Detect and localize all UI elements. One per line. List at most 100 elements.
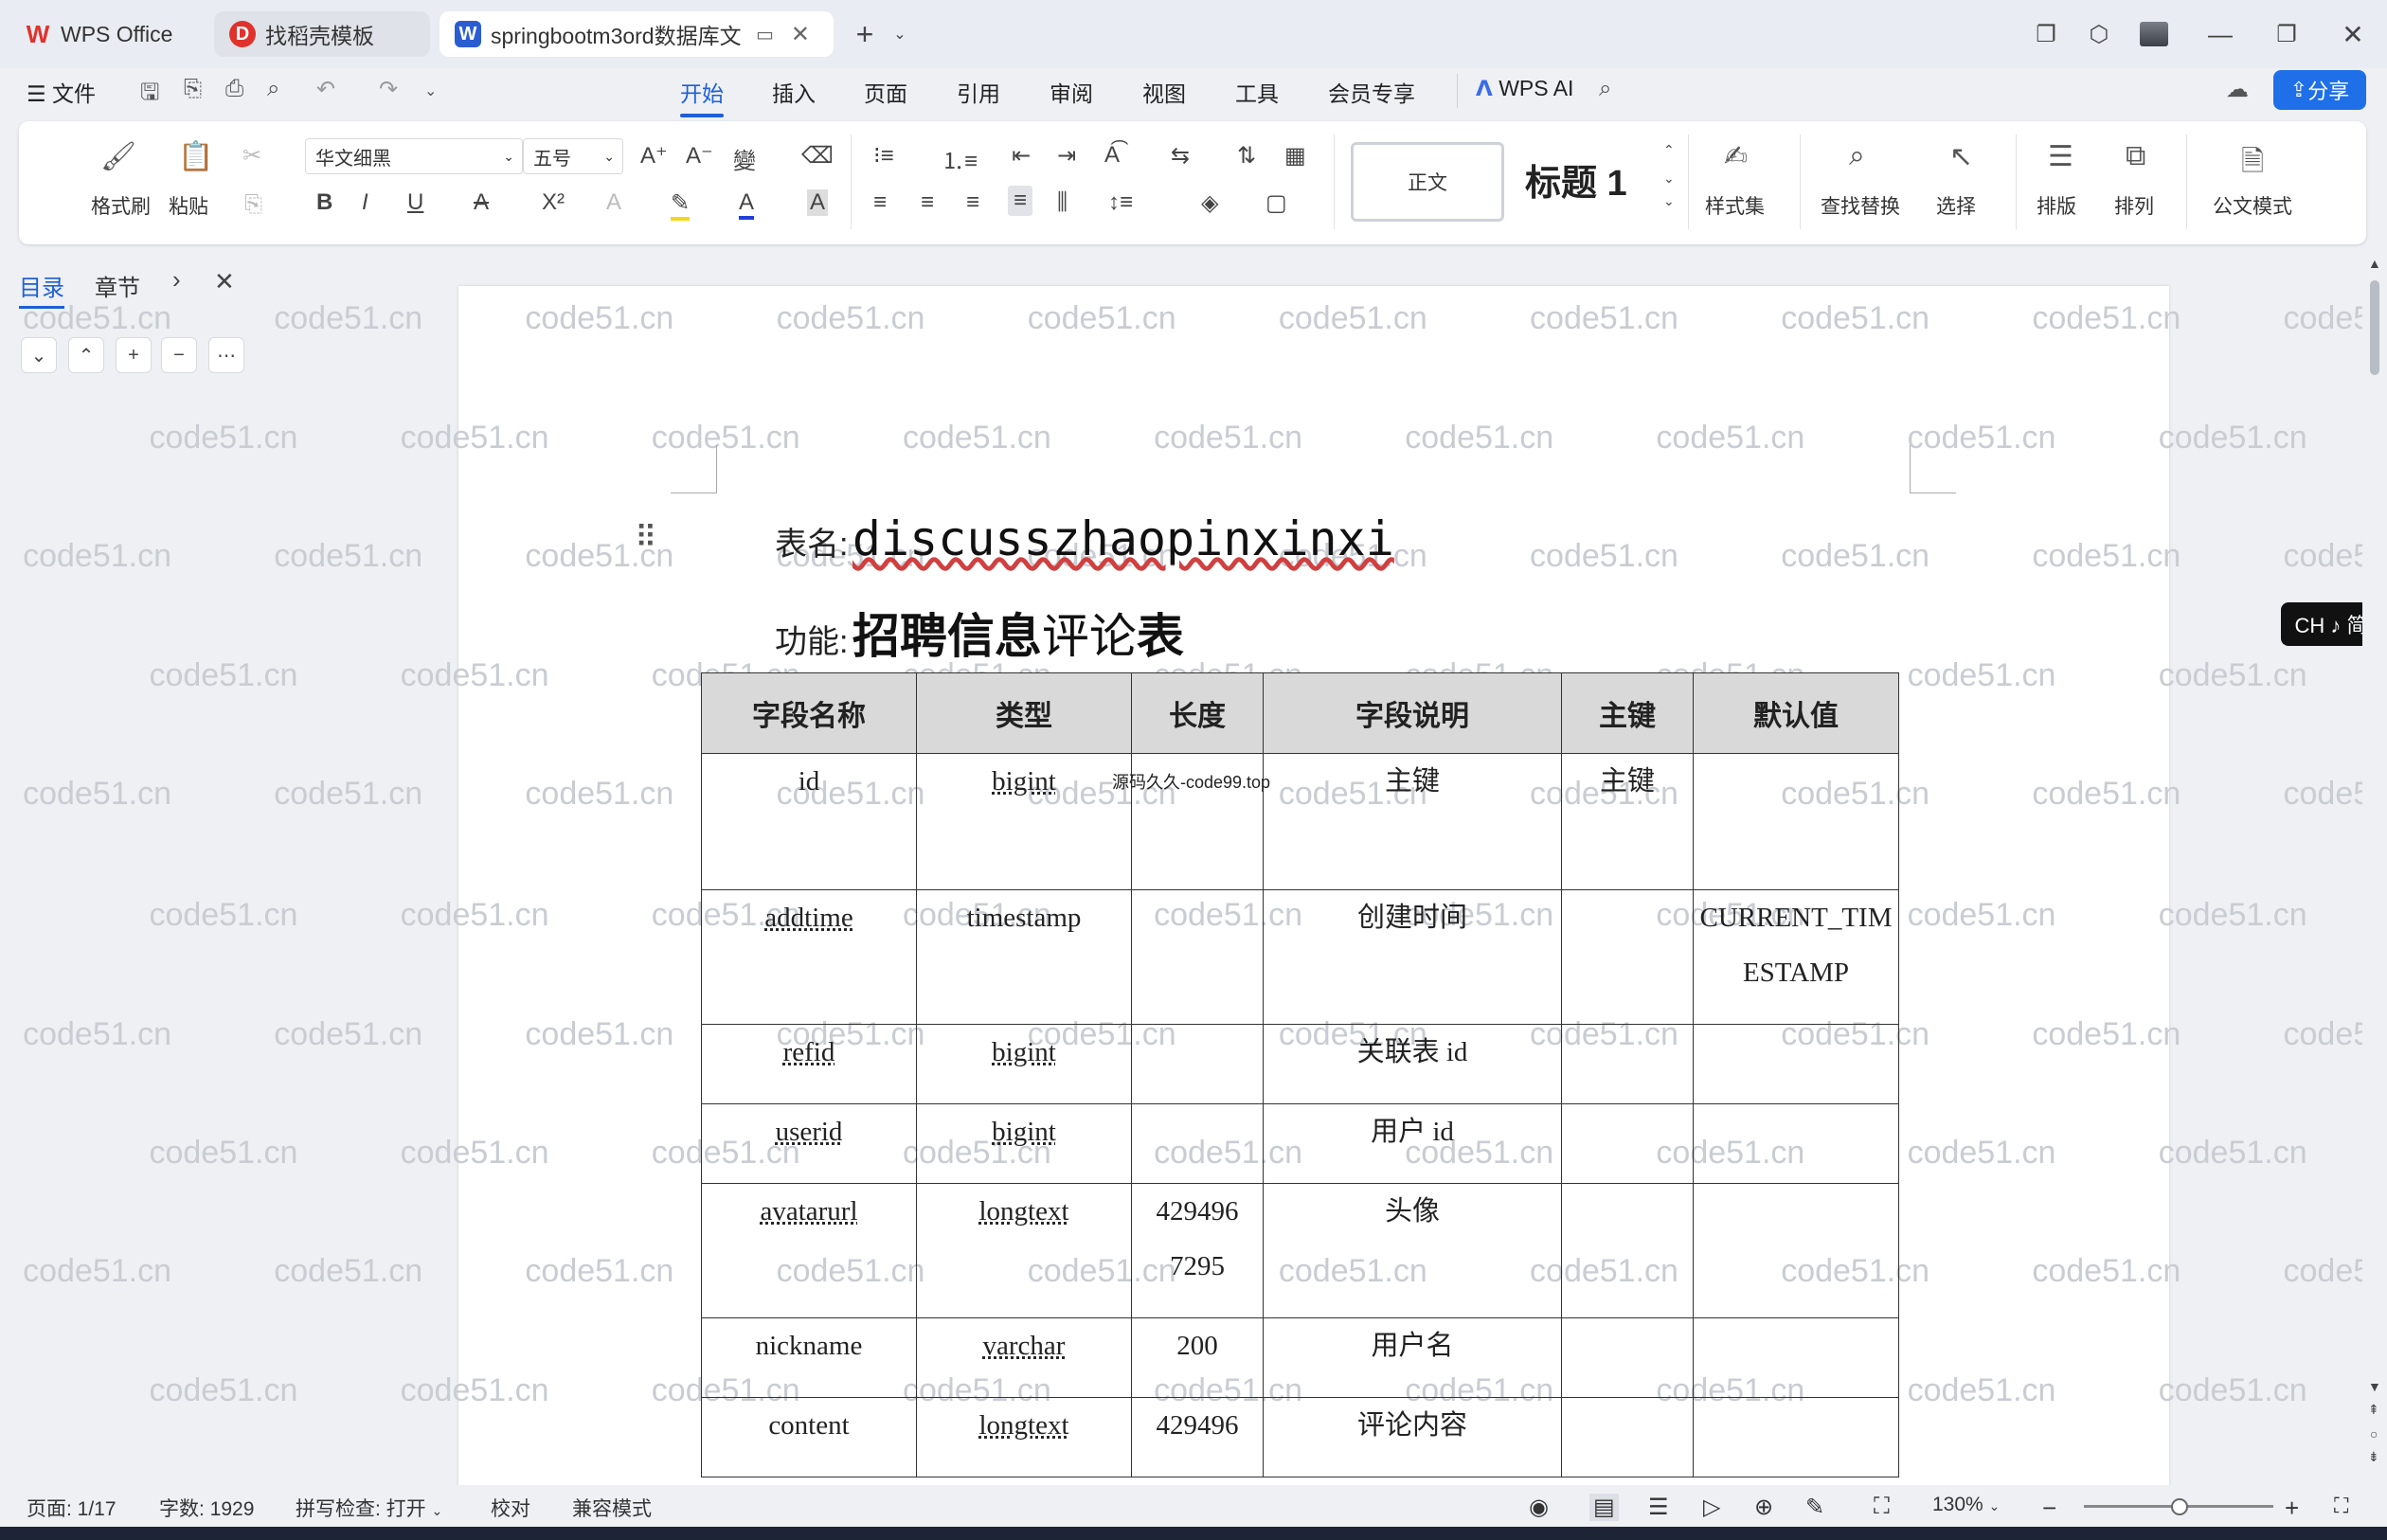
arrange-button[interactable]: 排列	[2114, 191, 2154, 220]
cell-type[interactable]: bigint	[916, 1024, 1132, 1104]
menu-tools[interactable]: 工具	[1235, 76, 1279, 108]
menu-page[interactable]: 页面	[864, 76, 907, 108]
tab-wps-office[interactable]: W WPS Office	[9, 11, 205, 57]
zoom-level[interactable]: 130% ⌄	[1932, 1494, 2000, 1516]
page-indicator[interactable]: 页面: 1/17	[27, 1494, 117, 1522]
line-break-icon[interactable]: ⇆	[1171, 142, 1190, 170]
prev-page-icon[interactable]: ⇞	[2368, 1402, 2379, 1418]
cell-default[interactable]	[1693, 1103, 1899, 1184]
justify-icon[interactable]: ≡	[1008, 186, 1033, 216]
decrease-font-icon[interactable]: A⁻	[686, 142, 713, 170]
style-normal[interactable]: 正文	[1351, 142, 1504, 222]
cell-pk[interactable]	[1561, 1183, 1694, 1318]
play-icon[interactable]: ▷	[1703, 1494, 1720, 1521]
line-spacing-icon[interactable]: ↕≡	[1108, 189, 1133, 216]
underline-icon[interactable]: U	[407, 189, 423, 216]
search-icon[interactable]: ⌕	[1599, 76, 1611, 102]
cell-default[interactable]	[1693, 1183, 1899, 1318]
close-tab-icon[interactable]: ✕	[791, 21, 810, 48]
cell-desc[interactable]: 创建时间	[1263, 889, 1562, 1025]
scroll-up-icon[interactable]: ▲	[2368, 256, 2381, 271]
cell-type[interactable]: timestamp	[916, 889, 1132, 1025]
close-panel-icon[interactable]: ✕	[214, 267, 235, 296]
menu-home[interactable]: 开始	[680, 76, 724, 117]
sort-icon[interactable]: ⇅	[1237, 142, 1256, 170]
borders-icon[interactable]: ▢	[1265, 189, 1287, 217]
cut-icon[interactable]: ✂	[242, 142, 261, 170]
pen-icon[interactable]: ✎	[1805, 1494, 1824, 1521]
word-count[interactable]: 字数: 1929	[159, 1494, 254, 1522]
styles-scroll-down-icon[interactable]: ⌄	[1663, 170, 1675, 187]
select-browse-icon[interactable]: ○	[2370, 1426, 2378, 1442]
style-set-button[interactable]: 样式集	[1705, 191, 1765, 220]
paste-icon[interactable]: 📋	[178, 140, 213, 173]
cube-icon[interactable]: ⬡	[2080, 15, 2118, 53]
remove-heading-icon[interactable]: −	[161, 337, 197, 373]
fit-page-icon[interactable]: ⛶	[1874, 1494, 1890, 1520]
cell-type[interactable]: varchar	[916, 1317, 1132, 1398]
print-icon[interactable]: ⎙	[225, 76, 243, 102]
select-cursor-icon[interactable]: ↖	[1949, 140, 1973, 173]
wps-ai-button[interactable]: ᐱ WPS AI	[1476, 76, 1573, 101]
new-tab-icon[interactable]: +	[846, 15, 884, 53]
cell-length[interactable]	[1131, 889, 1264, 1025]
fullscreen-icon[interactable]: ⛶	[2334, 1494, 2348, 1518]
text-effect-icon[interactable]: A	[606, 189, 621, 216]
official-mode-button[interactable]: 公文模式	[2213, 191, 2292, 220]
tab-document[interactable]: W springbootm3ord数据库文 ▭ ✕	[440, 11, 834, 57]
cell-type[interactable]: bigint	[916, 1103, 1132, 1184]
zoom-in-icon[interactable]: +	[2285, 1494, 2299, 1523]
window-layout-icon[interactable]: ❐	[2027, 15, 2065, 53]
chevron-down-icon[interactable]: ⌄	[424, 81, 437, 100]
numbered-list-icon[interactable]: ⒈≡	[942, 142, 978, 175]
bold-icon[interactable]: B	[316, 189, 332, 216]
menu-insert[interactable]: 插入	[772, 76, 816, 108]
font-size-select[interactable]: 五号 ⌄	[523, 138, 623, 174]
clear-format-icon[interactable]: ⌫	[801, 142, 834, 170]
distribute-icon[interactable]: ⫼	[1057, 189, 1068, 216]
eye-protection-icon[interactable]: ◉	[1529, 1494, 1549, 1521]
phonetic-icon[interactable]: 變	[733, 142, 756, 175]
tab-docer-templates[interactable]: D 找稻壳模板	[214, 11, 430, 57]
avatar[interactable]	[2135, 15, 2173, 53]
official-doc-icon[interactable]: 🗎	[2241, 140, 2264, 188]
cell-desc[interactable]: 用户名	[1263, 1317, 1562, 1398]
scroll-down-icon[interactable]: ▼	[2368, 1379, 2381, 1394]
layout-icon[interactable]: ☰	[2048, 140, 2073, 173]
menu-view[interactable]: 视图	[1142, 76, 1186, 108]
format-painter-button[interactable]: 格式刷	[91, 191, 151, 220]
cell-name[interactable]: nickname	[701, 1317, 917, 1398]
styles-more-icon[interactable]: ⌄	[1663, 193, 1675, 209]
collapse-down-icon[interactable]: ⌄	[21, 337, 57, 373]
cell-type[interactable]: bigint	[916, 753, 1132, 890]
cell-desc[interactable]: 主键	[1263, 753, 1562, 890]
cell-length[interactable]: 429496 7295	[1131, 1183, 1264, 1318]
cell-desc[interactable]: 用户 id	[1263, 1103, 1562, 1184]
zoom-slider-thumb[interactable]	[2171, 1498, 2188, 1515]
cell-pk[interactable]	[1561, 1024, 1694, 1104]
minimize-icon[interactable]: —	[2201, 15, 2239, 53]
cell-default[interactable]: CURRENT_TIM ESTAMP	[1693, 889, 1899, 1025]
proofread-button[interactable]: 校对	[491, 1494, 530, 1522]
maximize-icon[interactable]: ❐	[2268, 15, 2306, 53]
next-page-icon[interactable]: ⇟	[2368, 1449, 2379, 1465]
format-painter-icon[interactable]: 🖌	[100, 140, 136, 173]
shading-icon[interactable]: ◈	[1201, 189, 1218, 217]
cell-length[interactable]: 200	[1131, 1317, 1264, 1398]
cell-pk[interactable]: 主键	[1561, 753, 1694, 890]
cell-default[interactable]	[1693, 1397, 1899, 1477]
increase-font-icon[interactable]: A⁺	[640, 142, 668, 170]
print-preview-icon[interactable]: ⌕	[267, 76, 279, 102]
menu-review[interactable]: 审阅	[1050, 76, 1093, 108]
cell-name[interactable]: content	[701, 1397, 917, 1477]
cell-name[interactable]: addtime	[701, 889, 917, 1025]
section-tab[interactable]: 章节	[95, 269, 140, 302]
spell-check[interactable]: 拼写检查: 打开 ⌄	[296, 1494, 442, 1522]
align-center-icon[interactable]: ≡	[921, 189, 934, 216]
copy-icon[interactable]: ⎘	[244, 191, 262, 218]
find-icon[interactable]: ⌕	[1849, 140, 1865, 172]
increase-indent-icon[interactable]: ⇥	[1057, 142, 1076, 170]
strikethrough-icon[interactable]: A	[474, 189, 489, 216]
align-right-icon[interactable]: ≡	[966, 189, 979, 216]
cell-pk[interactable]	[1561, 889, 1694, 1025]
